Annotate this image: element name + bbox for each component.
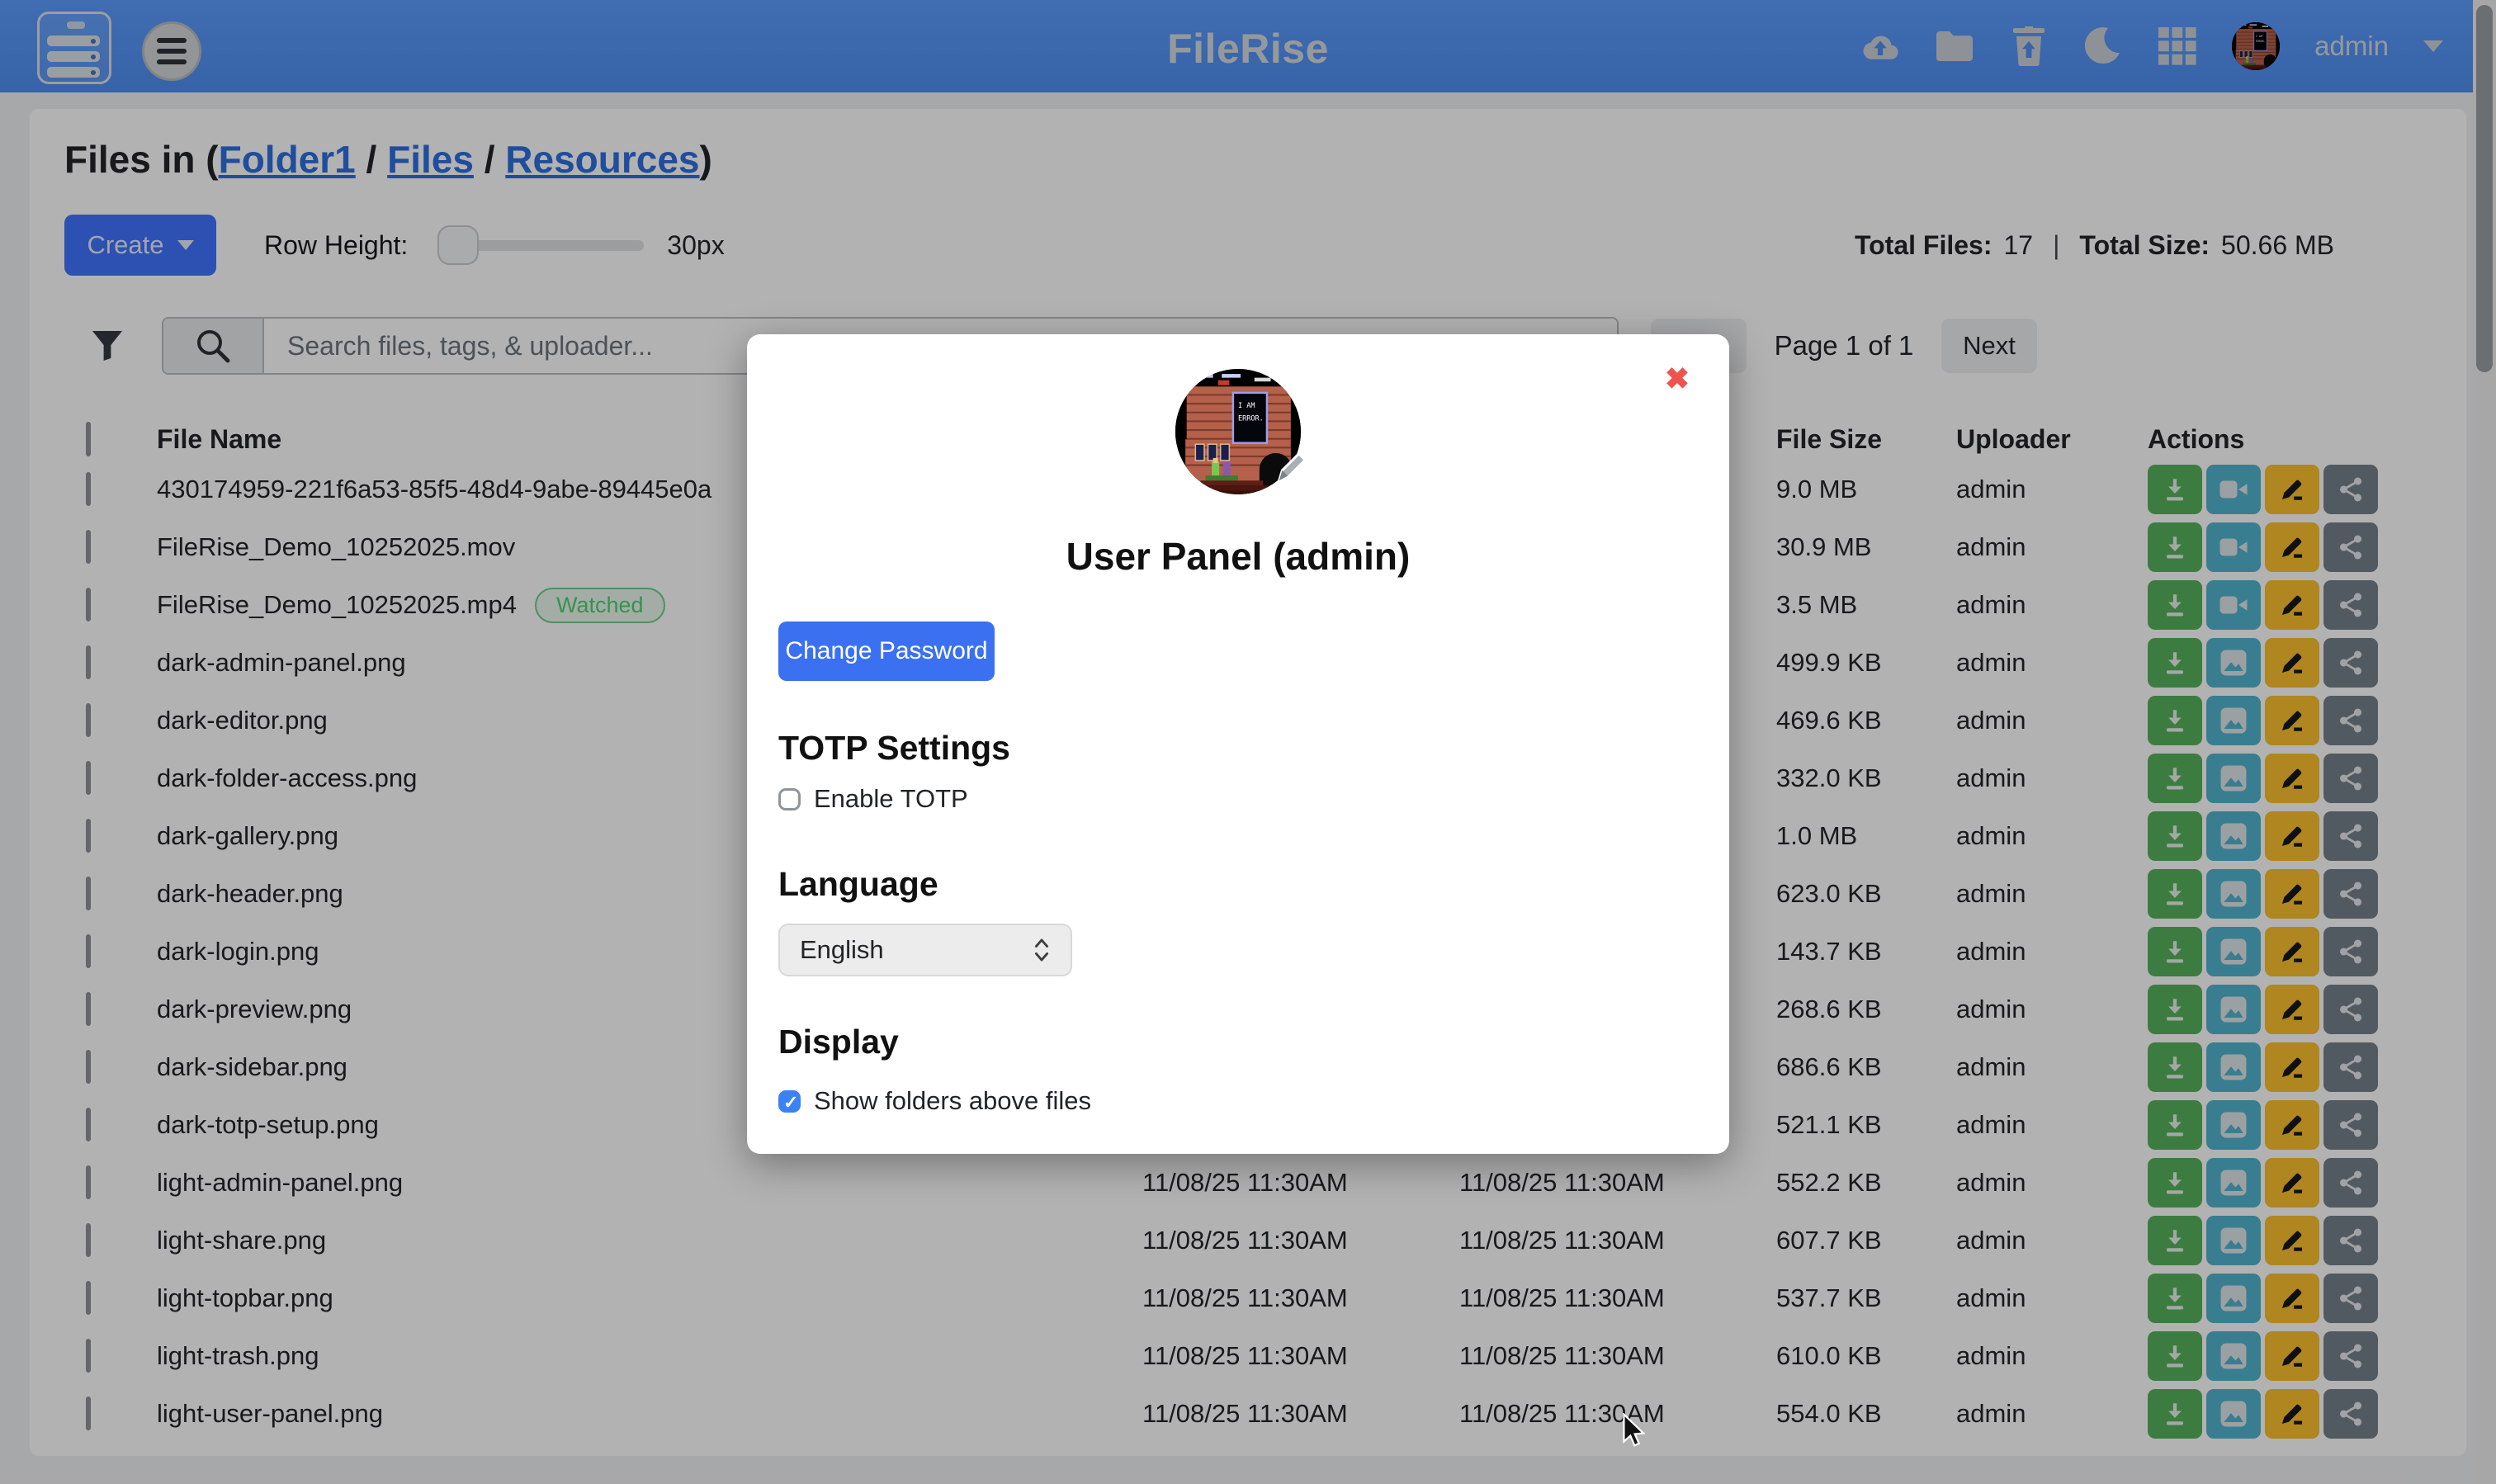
modal-title: User Panel (admin)	[778, 534, 1698, 579]
language-value: English	[800, 935, 884, 965]
user-panel-modal: ✖ User Panel (admin) Change Password TOT…	[747, 334, 1729, 1154]
display-heading: Display	[778, 1023, 1698, 1061]
select-chevrons-icon	[1033, 936, 1051, 964]
enable-totp-row: ✓ Enable TOTP	[778, 784, 1698, 814]
change-password-button[interactable]: Change Password	[778, 621, 995, 681]
avatar-wrap	[1175, 369, 1301, 494]
show-folders-label: Show folders above files	[814, 1086, 1091, 1116]
language-select[interactable]: English	[778, 924, 1072, 976]
enable-totp-label: Enable TOTP	[814, 784, 968, 814]
totp-settings-heading: TOTP Settings	[778, 729, 1698, 768]
close-icon[interactable]: ✖	[1665, 364, 1690, 394]
language-heading: Language	[778, 865, 1698, 904]
avatar-edit-pencil-icon[interactable]	[1273, 447, 1311, 489]
filerise-app: FileRise	[0, 0, 2496, 1484]
show-folders-checkbox[interactable]: ✓	[778, 1090, 801, 1113]
enable-totp-checkbox[interactable]: ✓	[778, 788, 801, 811]
mouse-cursor	[1620, 1413, 1648, 1449]
show-folders-row: ✓ Show folders above files	[778, 1086, 1698, 1116]
